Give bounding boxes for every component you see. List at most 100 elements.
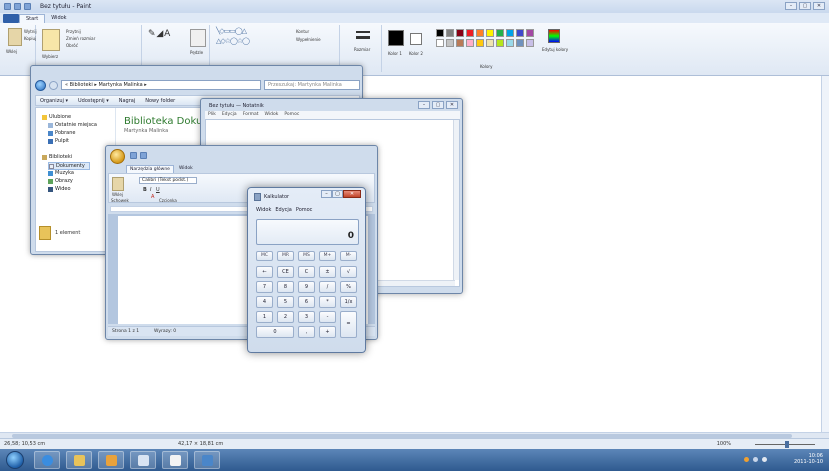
nav-recent[interactable]: Ostatnie miejsca bbox=[48, 122, 97, 128]
wordpad-paste-label[interactable]: Wklej bbox=[112, 192, 123, 197]
calc-key[interactable]: = bbox=[340, 311, 357, 338]
tab-view[interactable]: Widok bbox=[45, 14, 72, 23]
calc-key[interactable]: + bbox=[319, 326, 336, 338]
taskbar-explorer[interactable] bbox=[66, 451, 92, 469]
palette-swatch[interactable] bbox=[506, 29, 514, 37]
size-icon-2[interactable] bbox=[356, 36, 370, 39]
menu-view[interactable]: Widok bbox=[265, 111, 279, 119]
palette-swatch[interactable] bbox=[516, 29, 524, 37]
palette-swatch[interactable] bbox=[436, 39, 444, 47]
taskbar-notepad[interactable] bbox=[162, 451, 188, 469]
taskbar-paint[interactable] bbox=[130, 451, 156, 469]
rotate-label[interactable]: Obróć bbox=[66, 43, 78, 48]
palette-swatch[interactable] bbox=[456, 29, 464, 37]
burn-button[interactable]: Nagraj bbox=[119, 98, 136, 104]
calc-menu-help[interactable]: Pomoc bbox=[296, 207, 313, 213]
palette-swatch[interactable] bbox=[456, 39, 464, 47]
save-icon[interactable] bbox=[4, 3, 11, 10]
nav-documents[interactable]: Dokumenty bbox=[48, 162, 90, 170]
select-icon[interactable] bbox=[42, 29, 60, 51]
organize-button[interactable]: Organizuj ▾ bbox=[40, 98, 68, 104]
copy-label[interactable]: Kopiuj bbox=[24, 36, 36, 41]
notepad-vertical-scrollbar[interactable] bbox=[453, 120, 459, 280]
zoom-slider-thumb[interactable] bbox=[785, 441, 789, 448]
calc-key[interactable]: 3 bbox=[298, 311, 315, 323]
calc-key[interactable]: 1 bbox=[256, 311, 273, 323]
calc-key[interactable]: ± bbox=[319, 266, 336, 278]
calc-key[interactable]: M- bbox=[340, 251, 357, 261]
forward-button[interactable] bbox=[49, 80, 58, 90]
palette-swatch[interactable] bbox=[526, 29, 534, 37]
crop-label[interactable]: Przytnij bbox=[66, 29, 81, 34]
font-family-select[interactable]: Calibri (Tekst podst.) bbox=[139, 177, 197, 184]
calc-key[interactable]: 2 bbox=[277, 311, 294, 323]
calc-key[interactable]: √ bbox=[340, 266, 357, 278]
palette-swatch[interactable] bbox=[526, 39, 534, 47]
underline-icon[interactable]: U bbox=[156, 187, 160, 193]
paste-label[interactable]: Wklej bbox=[6, 49, 17, 54]
search-input[interactable]: Przeszukaj: Martynka Malinka bbox=[264, 80, 360, 90]
brushes-icon[interactable] bbox=[190, 29, 206, 47]
system-clock[interactable]: 10:06 2011-10-10 bbox=[794, 453, 823, 465]
calc-key[interactable]: 7 bbox=[256, 281, 273, 293]
menu-help[interactable]: Pomoc bbox=[284, 111, 299, 119]
calc-key[interactable]: % bbox=[340, 281, 357, 293]
color1-swatch[interactable] bbox=[388, 30, 404, 46]
paint-menu-button[interactable] bbox=[3, 14, 19, 23]
calculator-maximize-button[interactable]: ▢ bbox=[332, 190, 343, 198]
calc-key[interactable]: 0 bbox=[256, 326, 294, 338]
wordpad-menu-button[interactable] bbox=[110, 149, 125, 164]
wordpad-save-icon[interactable] bbox=[130, 152, 137, 159]
calc-key[interactable]: ← bbox=[256, 266, 273, 278]
palette-swatch[interactable] bbox=[496, 39, 504, 47]
pencil-icon[interactable]: ✎ ◢ A bbox=[148, 29, 170, 39]
calc-key[interactable]: 9 bbox=[298, 281, 315, 293]
calc-key[interactable]: * bbox=[319, 296, 336, 308]
edit-colors-icon[interactable] bbox=[548, 29, 560, 43]
palette-swatch[interactable] bbox=[446, 29, 454, 37]
calc-key[interactable]: MR bbox=[277, 251, 294, 261]
new-folder-button[interactable]: Nowy folder bbox=[145, 98, 175, 104]
calc-menu-edit[interactable]: Edycja bbox=[275, 207, 292, 213]
resize-label[interactable]: Zmień rozmiar bbox=[66, 36, 95, 41]
menu-edit[interactable]: Edycja bbox=[222, 111, 237, 119]
nav-desktop[interactable]: Pulpit bbox=[48, 138, 69, 144]
color2-swatch[interactable] bbox=[410, 33, 422, 45]
calc-key[interactable]: CE bbox=[277, 266, 294, 278]
calc-key[interactable]: MS bbox=[298, 251, 315, 261]
tab-start[interactable]: Start bbox=[19, 14, 46, 23]
maximize-button[interactable]: ▢ bbox=[799, 2, 811, 10]
calc-key[interactable]: M+ bbox=[319, 251, 336, 261]
bold-icon[interactable]: B bbox=[143, 187, 147, 193]
address-bar[interactable]: « Biblioteki ▸ Martynka Malinka ▸ bbox=[61, 80, 261, 90]
shapes-row-2[interactable]: △◇☆◯☆◯ bbox=[216, 37, 250, 45]
calc-key[interactable]: 4 bbox=[256, 296, 273, 308]
undo-icon[interactable] bbox=[14, 3, 21, 10]
palette-swatch[interactable] bbox=[466, 39, 474, 47]
palette-swatch[interactable] bbox=[486, 39, 494, 47]
shapes-row-1[interactable]: ╲◇▭▭◯△ bbox=[216, 27, 247, 35]
notepad-maximize-button[interactable]: ▢ bbox=[432, 101, 444, 109]
back-button[interactable] bbox=[35, 79, 46, 91]
color2-label[interactable]: Kolor 2 bbox=[409, 51, 423, 56]
size-label[interactable]: Rozmiar bbox=[354, 47, 370, 52]
nav-favorites[interactable]: Ulubione bbox=[42, 114, 71, 120]
palette-swatch[interactable] bbox=[516, 39, 524, 47]
calc-key[interactable]: , bbox=[298, 326, 315, 338]
calc-key[interactable]: MC bbox=[256, 251, 273, 261]
tray-volume-icon[interactable] bbox=[762, 457, 767, 462]
share-button[interactable]: Udostępnij ▾ bbox=[78, 98, 109, 104]
taskbar-media[interactable] bbox=[98, 451, 124, 469]
taskbar-wordpad[interactable] bbox=[194, 451, 220, 469]
paste-icon[interactable] bbox=[8, 28, 22, 46]
palette-swatch[interactable] bbox=[436, 29, 444, 37]
taskbar-ie[interactable] bbox=[34, 451, 60, 469]
calc-key[interactable]: 5 bbox=[277, 296, 294, 308]
calc-key[interactable]: 6 bbox=[298, 296, 315, 308]
brushes-label[interactable]: Pędzle bbox=[190, 50, 203, 55]
fill-label[interactable]: Wypełnienie bbox=[296, 37, 321, 42]
minimize-button[interactable]: – bbox=[785, 2, 797, 10]
calc-key[interactable]: / bbox=[319, 281, 336, 293]
outline-label[interactable]: Kontur bbox=[296, 29, 309, 34]
palette-swatch[interactable] bbox=[496, 29, 504, 37]
